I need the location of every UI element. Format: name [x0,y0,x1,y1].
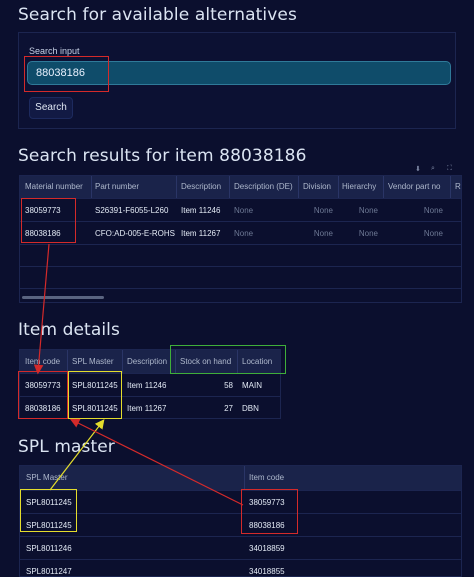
arrow-spl-item-to-details [69,418,244,506]
arrow-results-to-details [33,243,50,375]
annotation-arrows [33,243,244,506]
